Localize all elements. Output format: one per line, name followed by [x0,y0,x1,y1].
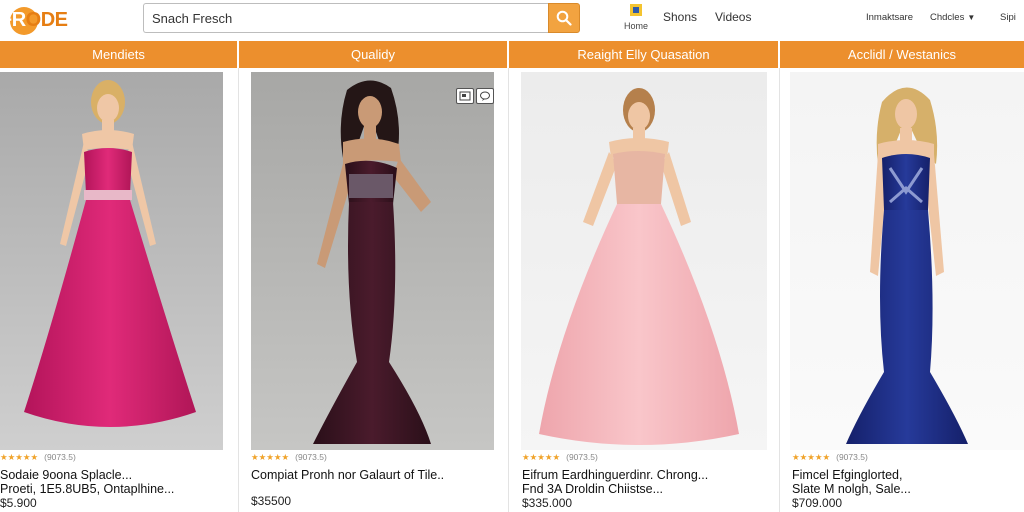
image-overlay-icons [456,88,494,104]
product-price: $35500 [251,494,292,508]
rating-count: (9073.5) [295,452,327,462]
top-header: FRODE Snach Fresch Home Shons Videos Inm… [0,0,1024,40]
product-image[interactable] [521,72,767,450]
product-rating: ★★★★★ (9073.5) [792,452,868,463]
product-title[interactable]: Compiat Pronh nor Galaurt of Tile.. [251,468,444,482]
chat-icon[interactable] [476,88,494,104]
product-card[interactable]: ★★★★★ (9073.5) Eifrum Eardhinguerdinr. Ch… [511,68,777,512]
product-image[interactable] [790,72,1024,450]
star-icons: ★★★★★ [251,452,290,462]
product-title-line: Fimcel Efginglorted, [792,468,903,482]
star-icons: ★★★★★ [792,452,831,462]
column-divider [779,68,780,512]
star-icons: ★★★★★ [0,452,39,462]
nav-videos[interactable]: Videos [715,10,751,24]
product-image[interactable] [0,72,223,450]
gown-photo-blush [521,72,767,450]
nav-home-label: Home [623,21,648,31]
util-link-3[interactable]: Sipi [1000,12,1016,23]
site-logo[interactable]: FRODE [0,4,68,36]
category-tab-3[interactable]: Reaight Elly Quasation [509,41,778,68]
product-title-line: Slate M nolgh, Sale... [792,482,911,496]
product-price: $335.000 [522,496,573,510]
gown-photo-navy [790,72,1024,450]
home-icon [630,4,642,16]
search-button[interactable] [548,3,580,33]
category-tab-2[interactable]: Qualidy [239,41,507,68]
search-input[interactable]: Snach Fresch [143,3,548,33]
product-rating: ★★★★★ (9073.5) [0,452,76,463]
product-price: $5.900 [0,496,37,510]
product-card[interactable]: ★★★★★ (9073.5) Sodaie 9oona Splacle... Pr… [0,68,236,512]
product-grid: ★★★★★ (9073.5) Sodaie 9oona Splacle... Pr… [0,68,1024,512]
category-bar: Mendiets Qualidy Reaight Elly Quasation … [0,41,1024,68]
gown-photo-magenta [0,72,223,450]
search-input-text: Snach Fresch [152,10,233,26]
nav-home[interactable]: Home [620,0,652,38]
product-card[interactable]: ★★★★★ (9073.5) Fimcel Efginglorted, Slate… [782,68,1024,512]
product-price: $709.000 [792,496,843,510]
column-divider [508,68,509,512]
rating-count: (9073.5) [566,452,598,462]
product-image[interactable] [251,72,494,450]
category-tab-1[interactable]: Mendiets [0,41,237,68]
product-title[interactable]: Fimcel Efginglorted, Slate M nolgh, Sale… [792,468,911,496]
product-title-line: Compiat Pronh nor Galaurt of Tile.. [251,468,445,482]
chevron-down-icon: ▼ [967,13,976,22]
product-title-line: Sodaie 9oona Splacle... [0,468,133,482]
rating-count: (9073.5) [44,452,76,462]
util-link-1[interactable]: Inmaktsare [866,12,913,23]
nav-shops[interactable]: Shons [663,10,697,24]
util-dropdown-label: Chdcles [930,12,965,23]
star-icons: ★★★★★ [522,452,561,462]
gown-photo-plum [251,72,494,450]
product-title-line: Fnd 3A Droldin Chiistse... [522,482,664,496]
category-tab-4[interactable]: Acclidl / Westanics [780,41,1024,68]
logo-text: FRODE [0,8,68,31]
product-title-line: Proeti, 1E5.8UB5, Ontaplhine... [0,482,175,496]
product-title[interactable]: Eifrum Eardhinguerdinr. Chrong... Fnd 3A… [522,468,708,496]
product-card[interactable]: ★★★★★ (9073.5) Compiat Pronh nor Galaurt … [241,68,507,512]
product-title[interactable]: Sodaie 9oona Splacle... Proeti, 1E5.8UB5… [0,468,174,496]
search-icon [556,10,572,26]
column-divider [238,68,239,512]
product-rating: ★★★★★ (9073.5) [522,452,598,463]
product-title-line: Eifrum Eardhinguerdinr. Chrong... [522,468,709,482]
util-dropdown[interactable]: Chdcles ▼ [930,12,975,23]
gallery-icon[interactable] [456,88,474,104]
rating-count: (9073.5) [836,452,868,462]
product-rating: ★★★★★ (9073.5) [251,452,327,463]
